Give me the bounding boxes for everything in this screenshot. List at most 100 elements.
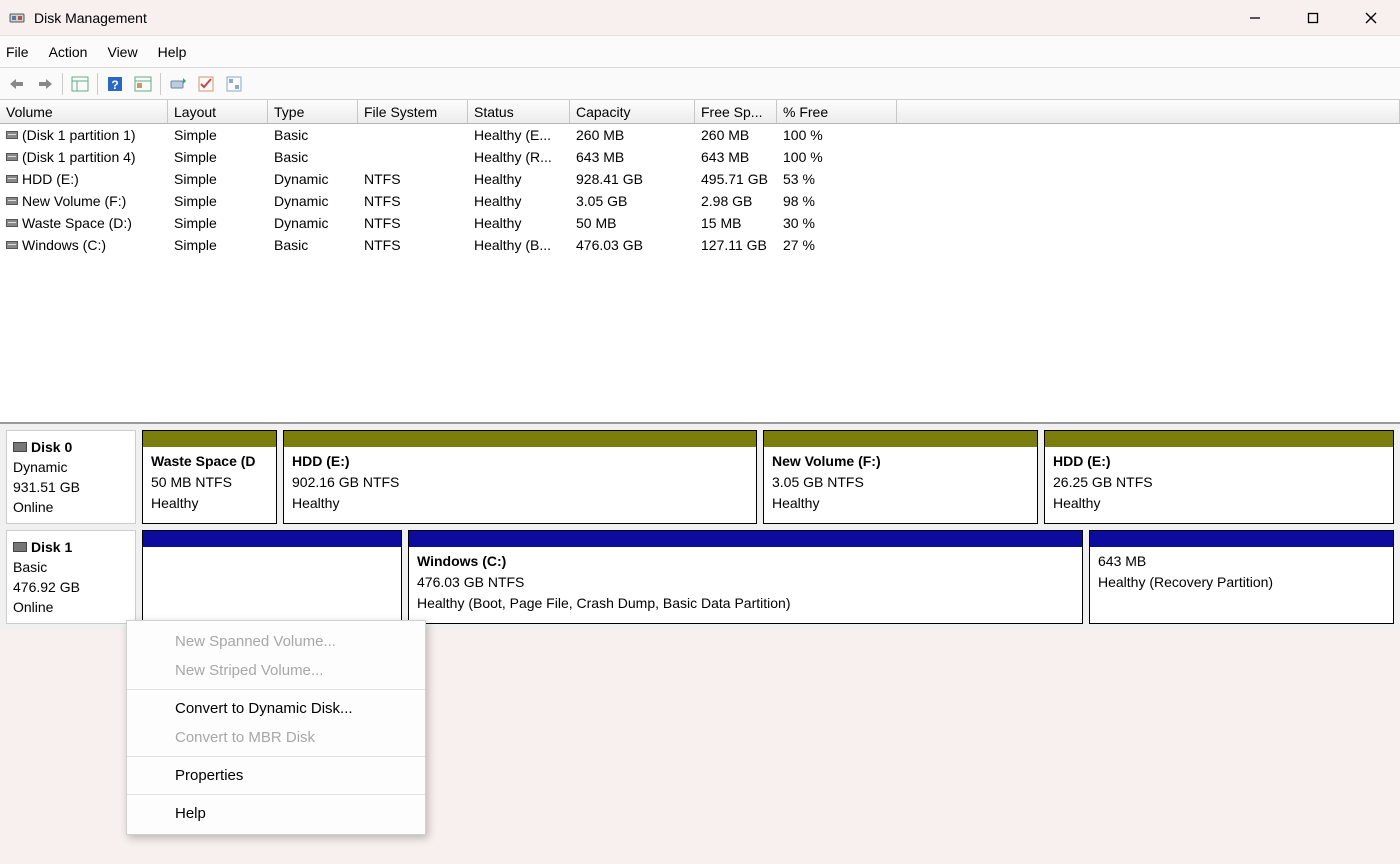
- disk-size: 476.92 GB: [13, 577, 129, 597]
- partition[interactable]: [142, 530, 402, 624]
- refresh-icon[interactable]: [165, 71, 191, 97]
- context-convert-dynamic[interactable]: Convert to Dynamic Disk...: [127, 694, 425, 723]
- column-layout[interactable]: Layout: [168, 100, 268, 123]
- show-hide-tree-icon[interactable]: [67, 71, 93, 97]
- context-new-striped[interactable]: New Striped Volume...: [127, 656, 425, 685]
- cell-layout: Simple: [168, 193, 268, 209]
- context-properties[interactable]: Properties: [127, 761, 425, 790]
- column-spacer: [897, 100, 1400, 123]
- disk-type: Basic: [13, 557, 129, 577]
- column-filesystem[interactable]: File System: [358, 100, 468, 123]
- volume-icon: [6, 197, 18, 205]
- cell-fs: NTFS: [358, 215, 468, 231]
- column-freespace[interactable]: Free Sp...: [695, 100, 777, 123]
- volume-name: (Disk 1 partition 1): [22, 127, 136, 143]
- volume-list-header: Volume Layout Type File System Status Ca…: [0, 100, 1400, 124]
- partition[interactable]: Waste Space (D 50 MB NTFS Healthy: [142, 430, 277, 524]
- partition-header: [1045, 431, 1393, 447]
- disk0-partitions: Waste Space (D 50 MB NTFS Healthy HDD (E…: [142, 430, 1394, 524]
- column-volume[interactable]: Volume: [0, 100, 168, 123]
- cell-layout: Simple: [168, 127, 268, 143]
- svg-text:?: ?: [111, 78, 118, 92]
- cell-pctfree: 98 %: [777, 193, 897, 209]
- action-list-icon[interactable]: [130, 71, 156, 97]
- maximize-button[interactable]: [1284, 0, 1342, 36]
- partition-name: Windows (C:): [417, 551, 1074, 572]
- partition[interactable]: HDD (E:) 26.25 GB NTFS Healthy: [1044, 430, 1394, 524]
- table-row[interactable]: (Disk 1 partition 4)SimpleBasicHealthy (…: [0, 146, 1400, 168]
- column-pctfree[interactable]: % Free: [777, 100, 897, 123]
- partition[interactable]: 643 MB Healthy (Recovery Partition): [1089, 530, 1394, 624]
- volume-name: HDD (E:): [22, 171, 79, 187]
- column-capacity[interactable]: Capacity: [570, 100, 695, 123]
- back-icon[interactable]: [4, 71, 30, 97]
- disk-size: 931.51 GB: [13, 477, 129, 497]
- partition-info: 3.05 GB NTFS: [772, 472, 1029, 493]
- cell-free: 260 MB: [695, 127, 777, 143]
- partition-header: [409, 531, 1082, 547]
- menu-view[interactable]: View: [107, 44, 137, 60]
- toolbar-separator: [160, 73, 161, 95]
- cell-layout: Simple: [168, 215, 268, 231]
- disk-name: Disk 1: [31, 537, 72, 557]
- partition-info: 476.03 GB NTFS: [417, 572, 1074, 593]
- cell-fs: NTFS: [358, 171, 468, 187]
- cell-pctfree: 100 %: [777, 149, 897, 165]
- volume-name: Waste Space (D:): [22, 215, 132, 231]
- toolbar: ?: [0, 68, 1400, 100]
- cell-capacity: 50 MB: [570, 215, 695, 231]
- volume-list[interactable]: (Disk 1 partition 1)SimpleBasicHealthy (…: [0, 124, 1400, 424]
- volume-name: Windows (C:): [22, 237, 106, 253]
- context-new-spanned[interactable]: New Spanned Volume...: [127, 627, 425, 656]
- table-row[interactable]: New Volume (F:)SimpleDynamicNTFSHealthy3…: [0, 190, 1400, 212]
- disk-icon: [13, 542, 27, 552]
- cell-pctfree: 27 %: [777, 237, 897, 253]
- cell-layout: Simple: [168, 237, 268, 253]
- partition-name: Waste Space (D: [151, 451, 268, 472]
- table-row[interactable]: Windows (C:)SimpleBasicNTFSHealthy (B...…: [0, 234, 1400, 256]
- forward-icon[interactable]: [32, 71, 58, 97]
- cell-status: Healthy: [468, 193, 570, 209]
- context-separator: [127, 794, 425, 795]
- cell-type: Basic: [268, 149, 358, 165]
- context-menu: New Spanned Volume... New Striped Volume…: [126, 620, 426, 835]
- partition-status: Healthy: [1053, 493, 1385, 514]
- menu-file[interactable]: File: [6, 44, 29, 60]
- minimize-button[interactable]: [1226, 0, 1284, 36]
- partition-status: Healthy (Boot, Page File, Crash Dump, Ba…: [417, 593, 1074, 614]
- partition[interactable]: New Volume (F:) 3.05 GB NTFS Healthy: [763, 430, 1038, 524]
- disk-label-1[interactable]: Disk 1 Basic 476.92 GB Online: [6, 530, 136, 624]
- cell-status: Healthy: [468, 171, 570, 187]
- menu-help[interactable]: Help: [158, 44, 187, 60]
- cell-status: Healthy (B...: [468, 237, 570, 253]
- column-status[interactable]: Status: [468, 100, 570, 123]
- close-button[interactable]: [1342, 0, 1400, 36]
- partition[interactable]: Windows (C:) 476.03 GB NTFS Healthy (Boo…: [408, 530, 1083, 624]
- context-help[interactable]: Help: [127, 799, 425, 828]
- context-convert-mbr[interactable]: Convert to MBR Disk: [127, 723, 425, 752]
- settings-top-icon[interactable]: [193, 71, 219, 97]
- partition-header: [284, 431, 756, 447]
- help-icon[interactable]: ?: [102, 71, 128, 97]
- disk-icon: [13, 442, 27, 452]
- cell-type: Dynamic: [268, 171, 358, 187]
- disk-label-0[interactable]: Disk 0 Dynamic 931.51 GB Online: [6, 430, 136, 524]
- cell-capacity: 3.05 GB: [570, 193, 695, 209]
- menu-action[interactable]: Action: [49, 44, 88, 60]
- partition-status: Healthy: [772, 493, 1029, 514]
- window-controls: [1226, 0, 1400, 36]
- partition-info: 50 MB NTFS: [151, 472, 268, 493]
- table-row[interactable]: Waste Space (D:)SimpleDynamicNTFSHealthy…: [0, 212, 1400, 234]
- volume-icon: [6, 175, 18, 183]
- table-row[interactable]: HDD (E:)SimpleDynamicNTFSHealthy928.41 G…: [0, 168, 1400, 190]
- disk-state: Online: [13, 597, 129, 617]
- column-type[interactable]: Type: [268, 100, 358, 123]
- table-row[interactable]: (Disk 1 partition 1)SimpleBasicHealthy (…: [0, 124, 1400, 146]
- volume-name: (Disk 1 partition 4): [22, 149, 136, 165]
- volume-name: New Volume (F:): [22, 193, 126, 209]
- partition-info: 902.16 GB NTFS: [292, 472, 748, 493]
- settings-bottom-icon[interactable]: [221, 71, 247, 97]
- cell-capacity: 260 MB: [570, 127, 695, 143]
- partition[interactable]: HDD (E:) 902.16 GB NTFS Healthy: [283, 430, 757, 524]
- volume-icon: [6, 241, 18, 249]
